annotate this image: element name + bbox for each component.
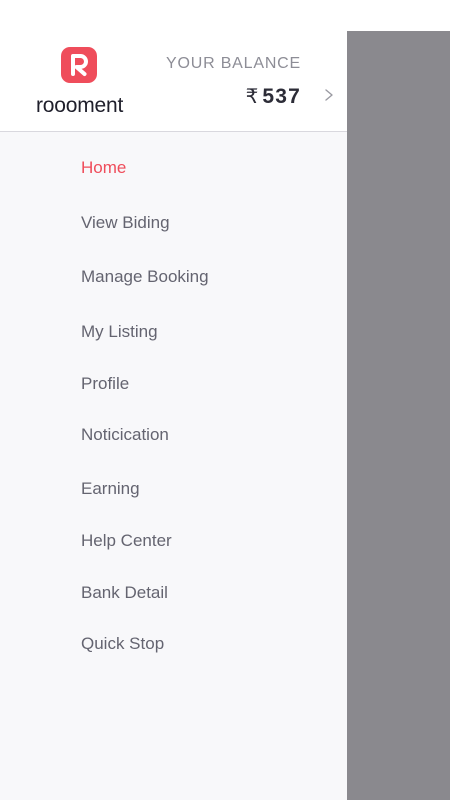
menu-item-help-center[interactable]: Help Center [81,531,172,551]
menu-item-home[interactable]: Home [81,158,126,178]
navigation-drawer: roooment YOUR BALANCE ₹537 Home View Bid… [0,31,347,800]
menu-item-notification[interactable]: Noticication [81,425,169,445]
menu-item-profile[interactable]: Profile [81,374,129,394]
r-logo-icon [61,47,97,83]
currency-symbol: ₹ [245,86,259,108]
dimmed-content-overlay[interactable] [347,31,450,800]
menu-item-quick-stop[interactable]: Quick Stop [81,634,164,654]
drawer-header: roooment YOUR BALANCE ₹537 [0,31,347,132]
balance-label: YOUR BALANCE [166,55,301,72]
menu-item-view-biding[interactable]: View Biding [81,213,170,233]
balance-amount: 537 [262,85,301,108]
chevron-right-icon[interactable] [323,87,335,103]
brand-name: roooment [36,94,124,117]
menu-item-my-listing[interactable]: My Listing [81,322,158,342]
menu-item-bank-detail[interactable]: Bank Detail [81,583,168,603]
balance-value[interactable]: ₹537 [246,84,301,109]
status-bar [0,0,450,31]
menu-item-earning[interactable]: Earning [81,479,140,499]
menu-item-manage-booking[interactable]: Manage Booking [81,267,209,287]
